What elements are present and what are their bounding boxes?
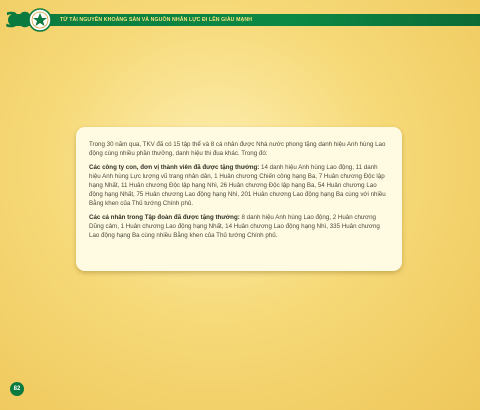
- logo: 30: [3, 6, 53, 34]
- page-number: 82: [10, 382, 24, 396]
- individuals-heading: Các cá nhân trong Tập đoàn đã được tặng …: [89, 214, 240, 221]
- intro-paragraph: Trong 30 năm qua, TKV đã có 15 tập thể v…: [89, 140, 390, 158]
- intro-text: Trong 30 năm qua, TKV đã có 15 tập thể v…: [89, 141, 386, 157]
- logo-number: 30: [5, 8, 32, 32]
- tkv-emblem-icon: [28, 8, 52, 32]
- header-title: TỪ TÀI NGUYÊN KHOÁNG SẢN VÀ NGUỒN NHÂN L…: [60, 17, 253, 23]
- awards-card: Trong 30 năm qua, TKV đã có 15 tập thể v…: [76, 127, 402, 271]
- individuals-paragraph: Các cá nhân trong Tập đoàn đã được tặng …: [89, 213, 390, 240]
- units-paragraph: Các công ty con, đơn vị thành viên đã đư…: [89, 163, 390, 208]
- units-heading: Các công ty con, đơn vị thành viên đã đư…: [89, 164, 260, 171]
